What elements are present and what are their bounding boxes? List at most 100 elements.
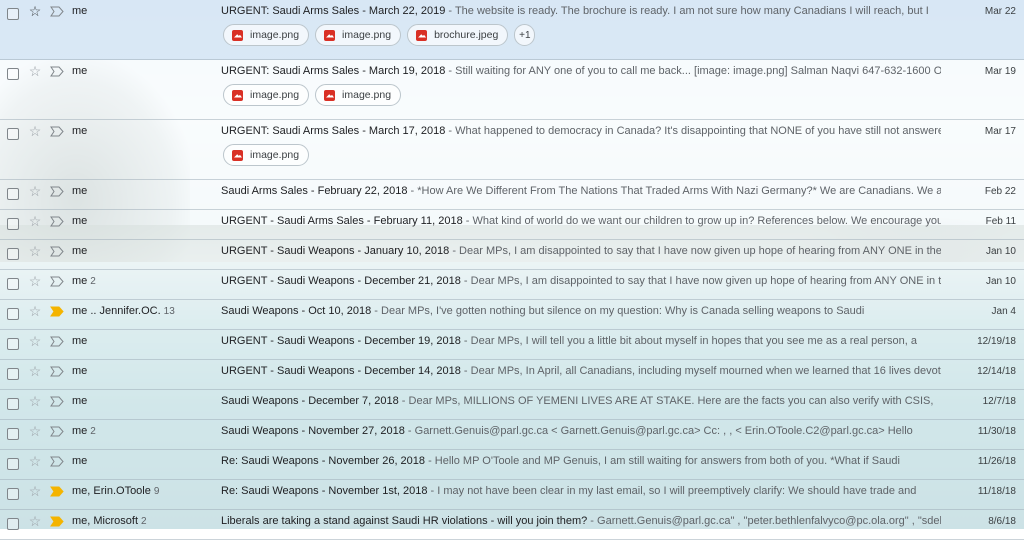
importance-marker-icon[interactable] — [50, 516, 64, 527]
star-icon[interactable]: ☆ — [28, 244, 42, 258]
subject-line[interactable]: URGENT - Saudi Weapons - December 21, 20… — [221, 275, 941, 287]
star-icon[interactable]: ☆ — [28, 124, 42, 138]
star-icon[interactable]: ☆ — [28, 514, 42, 528]
email-date: Feb 11 — [985, 216, 1016, 227]
checkbox-icon[interactable] — [7, 218, 19, 230]
star-icon[interactable]: ☆ — [28, 304, 42, 318]
subject-line[interactable]: Re: Saudi Weapons - November 26, 2018 - … — [221, 455, 941, 467]
subject-line[interactable]: URGENT: Saudi Arms Sales - March 22, 201… — [221, 5, 941, 17]
importance-marker-icon[interactable] — [50, 366, 64, 377]
attachment-chip[interactable]: image.png — [223, 144, 310, 166]
checkbox-icon[interactable] — [7, 68, 19, 80]
email-row[interactable]: ☆ me URGENT: Saudi Arms Sales - March 22, … — [0, 0, 1024, 60]
email-row[interactable]: ☆ me URGENT: Saudi Arms Sales - March 19, … — [0, 60, 1024, 120]
email-row[interactable]: ☆ me URGENT - Saudi Weapons - January 10, … — [0, 240, 1024, 270]
checkbox-icon[interactable] — [7, 398, 19, 410]
star-icon[interactable]: ☆ — [28, 364, 42, 378]
star-icon[interactable]: ☆ — [28, 484, 42, 498]
email-row[interactable]: ☆ me URGENT - Saudi Arms Sales - February … — [0, 210, 1024, 240]
importance-marker-icon[interactable] — [50, 126, 64, 137]
email-subject: URGENT: Saudi Arms Sales - March 17, 201… — [221, 125, 446, 137]
importance-marker-icon[interactable] — [50, 426, 64, 437]
email-snippet: - The website is ready. The brochure is … — [445, 5, 929, 17]
importance-marker-icon[interactable] — [50, 306, 64, 317]
star-icon[interactable]: ☆ — [28, 334, 42, 348]
checkbox-icon[interactable] — [7, 428, 19, 440]
importance-marker-icon[interactable] — [50, 186, 64, 197]
subject-line[interactable]: URGENT - Saudi Arms Sales - February 11,… — [221, 215, 941, 227]
attachment-chip[interactable]: brochure.jpeg — [407, 24, 509, 46]
email-row[interactable]: ☆ me URGENT - Saudi Weapons - December 14,… — [0, 360, 1024, 390]
checkbox-icon[interactable] — [7, 308, 19, 320]
attachment-chip[interactable]: image.png — [223, 84, 310, 106]
star-icon[interactable]: ☆ — [28, 64, 42, 78]
email-row[interactable]: ☆ me URGENT - Saudi Weapons - December 19,… — [0, 330, 1024, 360]
attachment-chip[interactable]: image.png — [315, 84, 402, 106]
image-attachment-icon — [416, 29, 428, 41]
importance-marker-icon[interactable] — [50, 486, 64, 497]
checkbox-icon[interactable] — [7, 518, 19, 530]
email-snippet: - Dear MPs, In April, all Canadians, inc… — [460, 365, 941, 377]
checkbox-icon[interactable] — [7, 8, 19, 20]
importance-marker-icon[interactable] — [50, 456, 64, 467]
email-date: Mar 22 — [984, 6, 1016, 17]
attachment-chips: image.png image.png brochure.jpeg +1 — [223, 24, 536, 46]
email-date: Jan 4 — [991, 306, 1016, 317]
email-subject: URGENT - Saudi Weapons - December 21, 20… — [221, 275, 461, 287]
more-attachments-button[interactable]: +1 — [514, 24, 536, 46]
email-row[interactable]: ☆ me 2 URGENT - Saudi Weapons - December 21… — [0, 270, 1024, 300]
importance-marker-icon[interactable] — [50, 246, 64, 257]
subject-line[interactable]: Saudi Weapons - November 27, 2018 - Garn… — [221, 425, 941, 437]
email-row[interactable]: ☆ me, Microsoft 2 Liberals are taking a sta… — [0, 510, 1024, 540]
importance-marker-icon[interactable] — [50, 276, 64, 287]
importance-marker-icon[interactable] — [50, 336, 64, 347]
sender-text: me — [72, 395, 88, 407]
sender-text: me — [72, 455, 88, 467]
sender-text: me, Microsoft — [72, 515, 139, 527]
checkbox-icon[interactable] — [7, 188, 19, 200]
star-icon[interactable]: ☆ — [28, 454, 42, 468]
email-row[interactable]: ☆ me Saudi Arms Sales - February 22, 2018 … — [0, 180, 1024, 210]
checkbox-icon[interactable] — [7, 458, 19, 470]
email-row[interactable]: ☆ me URGENT: Saudi Arms Sales - March 17, … — [0, 120, 1024, 180]
star-icon[interactable]: ☆ — [28, 424, 42, 438]
subject-line[interactable]: URGENT - Saudi Weapons - January 10, 201… — [221, 245, 941, 257]
email-row[interactable]: ☆ me, Erin.OToole 9 Re: Saudi Weapons - Nov… — [0, 480, 1024, 510]
star-icon[interactable]: ☆ — [28, 394, 42, 408]
checkbox-icon[interactable] — [7, 248, 19, 260]
subject-line[interactable]: Saudi Weapons - December 7, 2018 - Dear … — [221, 395, 941, 407]
email-date: 11/18/18 — [977, 486, 1016, 497]
image-attachment-icon — [324, 89, 336, 101]
email-row[interactable]: ☆ me .. Jennifer.OC. 13 Saudi Weapons - Oct… — [0, 300, 1024, 330]
checkbox-icon[interactable] — [7, 128, 19, 140]
subject-line[interactable]: URGENT: Saudi Arms Sales - March 17, 201… — [221, 125, 941, 137]
email-snippet: - I may not have been clear in my last e… — [427, 485, 917, 497]
email-row[interactable]: ☆ me Re: Saudi Weapons - November 26, 2018… — [0, 450, 1024, 480]
attachment-chip[interactable]: image.png — [223, 24, 310, 46]
checkbox-icon[interactable] — [7, 368, 19, 380]
importance-marker-icon[interactable] — [50, 66, 64, 77]
star-icon[interactable]: ☆ — [28, 184, 42, 198]
subject-line[interactable]: URGENT: Saudi Arms Sales - March 19, 201… — [221, 65, 941, 77]
star-icon[interactable]: ☆ — [28, 4, 42, 18]
subject-line[interactable]: URGENT - Saudi Weapons - December 19, 20… — [221, 335, 941, 347]
subject-line[interactable]: Re: Saudi Weapons - November 1st, 2018 -… — [221, 485, 941, 497]
checkbox-icon[interactable] — [7, 278, 19, 290]
email-row[interactable]: ☆ me Saudi Weapons - December 7, 2018 - De… — [0, 390, 1024, 420]
importance-marker-icon[interactable] — [50, 396, 64, 407]
subject-line[interactable]: URGENT - Saudi Weapons - December 14, 20… — [221, 365, 941, 377]
sender-name: me — [72, 395, 222, 407]
email-subject: Saudi Arms Sales - February 22, 2018 — [221, 185, 408, 197]
importance-marker-icon[interactable] — [50, 6, 64, 17]
sender-text: me — [72, 5, 88, 17]
checkbox-icon[interactable] — [7, 488, 19, 500]
star-icon[interactable]: ☆ — [28, 214, 42, 228]
subject-line[interactable]: Saudi Arms Sales - February 22, 2018 - *… — [221, 185, 941, 197]
importance-marker-icon[interactable] — [50, 216, 64, 227]
subject-line[interactable]: Saudi Weapons - Oct 10, 2018 - Dear MPs,… — [221, 305, 941, 317]
subject-line[interactable]: Liberals are taking a stand against Saud… — [221, 515, 941, 527]
attachment-chip[interactable]: image.png — [315, 24, 402, 46]
star-icon[interactable]: ☆ — [28, 274, 42, 288]
checkbox-icon[interactable] — [7, 338, 19, 350]
email-row[interactable]: ☆ me 2 Saudi Weapons - November 27, 2018 - … — [0, 420, 1024, 450]
